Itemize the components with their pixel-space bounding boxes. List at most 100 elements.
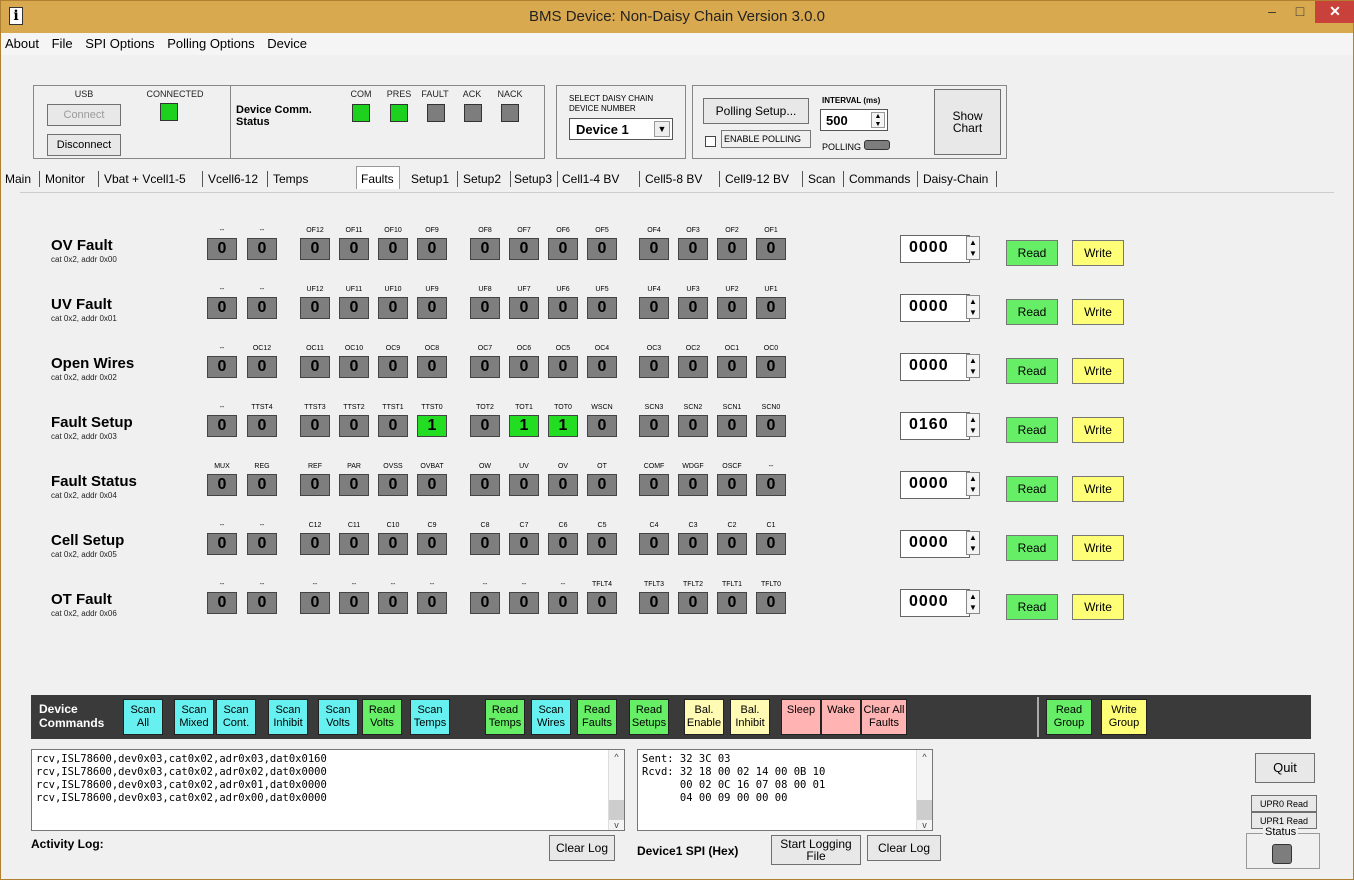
tab-cell9-12-bv[interactable]: Cell9-12 BV	[725, 169, 789, 189]
command-button[interactable]: Read Group	[1046, 699, 1092, 735]
bit-toggle[interactable]: 0	[339, 356, 369, 378]
write-button[interactable]: Write	[1072, 240, 1124, 266]
write-button[interactable]: Write	[1072, 358, 1124, 384]
activity-log[interactable]: rcv,ISL78600,dev0x03,cat0x02,adr0x03,dat…	[31, 749, 625, 831]
tab-setup3[interactable]: Setup3	[514, 169, 552, 189]
command-button[interactable]: Read Temps	[485, 699, 525, 735]
command-button[interactable]: Scan Cont.	[216, 699, 256, 735]
tab-scan[interactable]: Scan	[808, 169, 835, 189]
bit-toggle[interactable]: 0	[207, 238, 237, 260]
bit-toggle[interactable]: 0	[717, 592, 747, 614]
bit-toggle[interactable]: 0	[678, 592, 708, 614]
bit-toggle[interactable]: 0	[509, 474, 539, 496]
tab-setup2[interactable]: Setup2	[463, 169, 501, 189]
bit-toggle[interactable]: 0	[678, 297, 708, 319]
bit-toggle[interactable]: 0	[207, 297, 237, 319]
read-button[interactable]: Read	[1006, 240, 1058, 266]
bit-toggle[interactable]: 0	[639, 474, 669, 496]
bit-toggle[interactable]: 0	[470, 356, 500, 378]
bit-toggle[interactable]: 0	[339, 474, 369, 496]
bit-toggle[interactable]: 0	[717, 474, 747, 496]
bit-toggle[interactable]: 0	[678, 356, 708, 378]
scroll-thumb[interactable]	[609, 800, 624, 820]
command-button[interactable]: Scan All	[123, 699, 163, 735]
maximize-button[interactable]: □	[1287, 1, 1313, 23]
bit-toggle[interactable]: 0	[207, 474, 237, 496]
hex-spinner[interactable]: ▲ ▼	[966, 531, 980, 555]
bit-toggle[interactable]: 0	[339, 415, 369, 437]
bit-toggle[interactable]: 1	[417, 415, 447, 437]
bit-toggle[interactable]: 0	[717, 533, 747, 555]
bit-toggle[interactable]: 0	[587, 238, 617, 260]
tab-daisy-chain[interactable]: Daisy-Chain	[923, 169, 988, 189]
scroll-up-icon[interactable]: ^	[609, 750, 624, 762]
connect-button[interactable]: Connect	[47, 104, 121, 126]
bit-toggle[interactable]: 0	[300, 297, 330, 319]
spin-up-icon[interactable]: ▲	[967, 473, 979, 484]
spi-log[interactable]: Sent: 32 3C 03 Rcvd: 32 18 00 02 14 00 0…	[637, 749, 933, 831]
read-button[interactable]: Read	[1006, 594, 1058, 620]
bit-toggle[interactable]: 0	[587, 474, 617, 496]
command-button[interactable]: Write Group	[1101, 699, 1147, 735]
bit-toggle[interactable]: 0	[509, 238, 539, 260]
hex-spinner[interactable]: ▲ ▼	[966, 236, 980, 260]
write-button[interactable]: Write	[1072, 476, 1124, 502]
bit-toggle[interactable]: 0	[247, 474, 277, 496]
bit-toggle[interactable]: 0	[678, 533, 708, 555]
bit-toggle[interactable]: 0	[378, 238, 408, 260]
scroll-up-icon[interactable]: ^	[917, 750, 932, 762]
write-button[interactable]: Write	[1072, 594, 1124, 620]
bit-toggle[interactable]: 0	[247, 356, 277, 378]
bit-toggle[interactable]: 0	[639, 297, 669, 319]
bit-toggle[interactable]: 0	[378, 533, 408, 555]
read-button[interactable]: Read	[1006, 476, 1058, 502]
write-button[interactable]: Write	[1072, 299, 1124, 325]
bit-toggle[interactable]: 0	[548, 474, 578, 496]
bit-toggle[interactable]: 0	[717, 415, 747, 437]
register-hex-input[interactable]: 0160	[900, 412, 970, 440]
spin-down-icon[interactable]: ▼	[967, 248, 979, 259]
scroll-down-icon[interactable]: v	[609, 820, 624, 830]
command-button[interactable]: Read Volts	[362, 699, 402, 735]
spi-log-scrollbar[interactable]: ^ v	[916, 750, 932, 830]
bit-toggle[interactable]: 0	[548, 297, 578, 319]
bit-toggle[interactable]: 0	[207, 356, 237, 378]
register-hex-input[interactable]: 0000	[900, 294, 970, 322]
tab-monitor[interactable]: Monitor	[45, 169, 85, 189]
register-hex-input[interactable]: 0000	[900, 235, 970, 263]
command-button[interactable]: Scan Mixed	[174, 699, 214, 735]
bit-toggle[interactable]: 0	[548, 356, 578, 378]
spin-down-icon[interactable]: ▼	[967, 307, 979, 318]
scroll-thumb[interactable]	[917, 800, 932, 820]
bit-toggle[interactable]: 0	[470, 297, 500, 319]
spin-up-icon[interactable]: ▲	[967, 414, 979, 425]
bit-toggle[interactable]: 0	[717, 297, 747, 319]
activity-log-scrollbar[interactable]: ^ v	[608, 750, 624, 830]
command-button[interactable]: Scan Temps	[410, 699, 450, 735]
bit-toggle[interactable]: 0	[678, 238, 708, 260]
bit-toggle[interactable]: 0	[300, 592, 330, 614]
bit-toggle[interactable]: 0	[417, 474, 447, 496]
write-button[interactable]: Write	[1072, 417, 1124, 443]
bit-toggle[interactable]: 0	[300, 533, 330, 555]
command-button[interactable]: Wake	[821, 699, 861, 735]
bit-toggle[interactable]: 1	[509, 415, 539, 437]
bit-toggle[interactable]: 0	[207, 592, 237, 614]
bit-toggle[interactable]: 0	[587, 533, 617, 555]
bit-toggle[interactable]: 0	[756, 415, 786, 437]
show-chart-button[interactable]: Show Chart	[934, 89, 1001, 155]
menu-about[interactable]: About	[1, 33, 44, 51]
bit-toggle[interactable]: 0	[470, 238, 500, 260]
interval-spinner[interactable]: ▲ ▼	[871, 112, 885, 128]
spin-up-icon[interactable]: ▲	[967, 355, 979, 366]
enable-polling-checkbox[interactable]	[705, 136, 716, 147]
bit-toggle[interactable]: 0	[378, 356, 408, 378]
bit-toggle[interactable]: 0	[587, 356, 617, 378]
tab-vbat-vcell1-5[interactable]: Vbat + Vcell1-5	[104, 169, 186, 189]
bit-toggle[interactable]: 0	[247, 415, 277, 437]
menu-device[interactable]: Device	[263, 33, 312, 51]
device-select[interactable]: Device 1 ▼	[569, 118, 673, 140]
hex-spinner[interactable]: ▲ ▼	[966, 354, 980, 378]
bit-toggle[interactable]: 0	[300, 474, 330, 496]
tab-commands[interactable]: Commands	[849, 169, 910, 189]
